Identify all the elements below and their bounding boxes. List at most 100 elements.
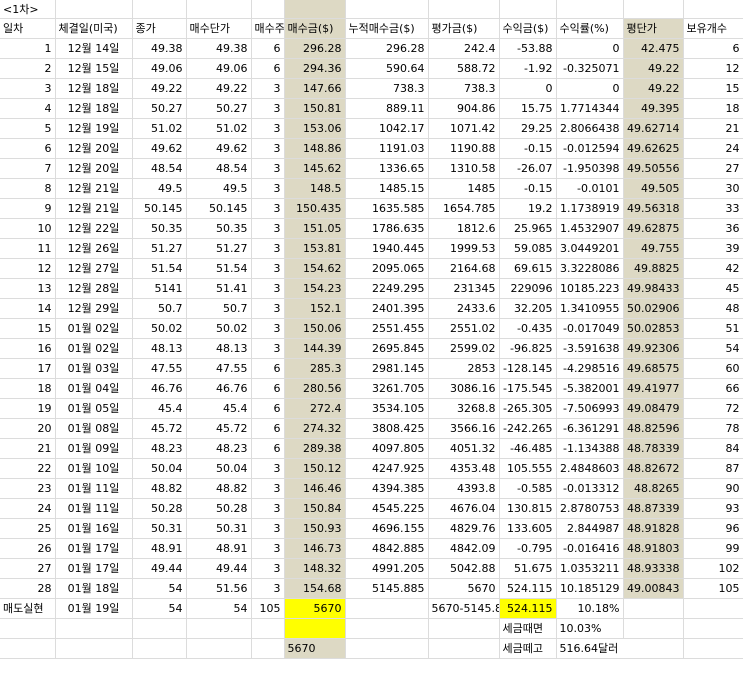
table-cell[interactable]: 50.02853: [623, 318, 684, 339]
table-cell[interactable]: 49.62625: [623, 138, 684, 159]
table-cell[interactable]: 3: [251, 138, 285, 159]
table-cell[interactable]: 49.06: [132, 58, 187, 79]
table-cell[interactable]: 18: [0, 378, 56, 399]
table-cell[interactable]: 274.32: [284, 418, 346, 439]
table-cell[interactable]: 3: [251, 218, 285, 239]
table-cell[interactable]: 49.98433: [623, 278, 684, 299]
table-cell[interactable]: 4394.385: [345, 478, 429, 499]
table-cell[interactable]: 3: [251, 98, 285, 119]
table-cell[interactable]: -53.88: [499, 38, 557, 59]
sell-profit[interactable]: 524.115: [499, 598, 557, 619]
table-cell[interactable]: 49.62714: [623, 118, 684, 139]
table-cell[interactable]: 3: [251, 278, 285, 299]
table-cell[interactable]: 2: [0, 58, 56, 79]
table-cell[interactable]: 12월 29일: [55, 298, 133, 319]
table-cell[interactable]: 48.8265: [623, 478, 684, 499]
table-cell[interactable]: 1190.88: [428, 138, 500, 159]
table-cell[interactable]: 18: [683, 98, 743, 119]
table-cell[interactable]: 90: [683, 478, 743, 499]
table-cell[interactable]: 12월 20일: [55, 158, 133, 179]
table-cell[interactable]: 48.91: [132, 538, 187, 559]
table-cell[interactable]: 4247.925: [345, 458, 429, 479]
tax-value-1[interactable]: 10.03%: [556, 618, 624, 639]
table-cell[interactable]: 10: [0, 218, 56, 239]
table-cell[interactable]: 50.35: [132, 218, 187, 239]
table-cell[interactable]: 49.8825: [623, 258, 684, 279]
table-cell[interactable]: 150.435: [284, 198, 346, 219]
table-cell[interactable]: 01월 16일: [55, 518, 133, 539]
table-cell[interactable]: 01월 05일: [55, 398, 133, 419]
table-cell[interactable]: 2853: [428, 358, 500, 379]
table-cell[interactable]: 1: [0, 38, 56, 59]
table-cell[interactable]: -1.134388: [556, 438, 624, 459]
table-cell[interactable]: 3: [251, 198, 285, 219]
table-cell[interactable]: 30: [683, 178, 743, 199]
table-cell[interactable]: 51.54: [186, 258, 252, 279]
table-cell[interactable]: 14: [0, 298, 56, 319]
table-cell[interactable]: 12월 18일: [55, 98, 133, 119]
table-cell[interactable]: 9: [0, 198, 56, 219]
table-cell[interactable]: 10185.223: [556, 278, 624, 299]
table-cell[interactable]: 3: [251, 538, 285, 559]
table-cell[interactable]: 49.395: [623, 98, 684, 119]
table-cell[interactable]: 49.44: [132, 558, 187, 579]
table-cell[interactable]: 2981.145: [345, 358, 429, 379]
table-cell[interactable]: 17: [0, 358, 56, 379]
table-cell[interactable]: 8: [0, 178, 56, 199]
sell-qty[interactable]: 105: [251, 598, 285, 619]
table-cell[interactable]: 49.08479: [623, 398, 684, 419]
table-cell[interactable]: 25: [0, 518, 56, 539]
table-cell[interactable]: 3: [251, 298, 285, 319]
table-cell[interactable]: 2433.6: [428, 298, 500, 319]
table-cell[interactable]: 4676.04: [428, 498, 500, 519]
table-cell[interactable]: 32.205: [499, 298, 557, 319]
table-cell[interactable]: 4353.48: [428, 458, 500, 479]
table-cell[interactable]: 54: [683, 338, 743, 359]
table-cell[interactable]: 49.06: [186, 58, 252, 79]
table-cell[interactable]: 12월 19일: [55, 118, 133, 139]
table-cell[interactable]: 48.82596: [623, 418, 684, 439]
table-cell[interactable]: 51.675: [499, 558, 557, 579]
table-cell[interactable]: 48.93338: [623, 558, 684, 579]
sell-rate[interactable]: 10.18%: [556, 598, 624, 619]
table-cell[interactable]: 147.66: [284, 78, 346, 99]
table-cell[interactable]: 16: [0, 338, 56, 359]
table-cell[interactable]: 45.4: [186, 398, 252, 419]
table-cell[interactable]: 13: [0, 278, 56, 299]
table-cell[interactable]: 146.46: [284, 478, 346, 499]
table-cell[interactable]: 49.41977: [623, 378, 684, 399]
table-cell[interactable]: 12월 27일: [55, 258, 133, 279]
table-cell[interactable]: 01월 17일: [55, 558, 133, 579]
table-cell[interactable]: 48.54: [186, 158, 252, 179]
table-cell[interactable]: 49.5: [132, 178, 187, 199]
table-cell[interactable]: 150.84: [284, 498, 346, 519]
table-cell[interactable]: 3566.16: [428, 418, 500, 439]
table-cell[interactable]: 2551.02: [428, 318, 500, 339]
table-cell[interactable]: 738.3: [428, 78, 500, 99]
table-cell[interactable]: -7.506993: [556, 398, 624, 419]
table-cell[interactable]: 84: [683, 438, 743, 459]
table-cell[interactable]: 10.185129: [556, 578, 624, 599]
table-cell[interactable]: 87: [683, 458, 743, 479]
table-cell[interactable]: 23: [0, 478, 56, 499]
table-cell[interactable]: 1.7714344: [556, 98, 624, 119]
table-cell[interactable]: 294.36: [284, 58, 346, 79]
table-cell[interactable]: 229096: [499, 278, 557, 299]
table-cell[interactable]: 01월 02일: [55, 338, 133, 359]
table-cell[interactable]: 2551.455: [345, 318, 429, 339]
table-cell[interactable]: 285.3: [284, 358, 346, 379]
table-cell[interactable]: -265.305: [499, 398, 557, 419]
header-cell[interactable]: 보유개수: [683, 18, 743, 39]
header-cell[interactable]: 누적매수금($): [345, 18, 429, 39]
table-cell[interactable]: 51.56: [186, 578, 252, 599]
table-cell[interactable]: 3808.425: [345, 418, 429, 439]
table-cell[interactable]: 3261.705: [345, 378, 429, 399]
table-cell[interactable]: 49.22: [623, 78, 684, 99]
table-cell[interactable]: 12월 21일: [55, 198, 133, 219]
table-cell[interactable]: 3: [0, 78, 56, 99]
table-cell[interactable]: 231345: [428, 278, 500, 299]
table-cell[interactable]: 49.44: [186, 558, 252, 579]
table-cell[interactable]: 272.4: [284, 398, 346, 419]
table-cell[interactable]: 29.25: [499, 118, 557, 139]
table-cell[interactable]: 48.23: [186, 438, 252, 459]
